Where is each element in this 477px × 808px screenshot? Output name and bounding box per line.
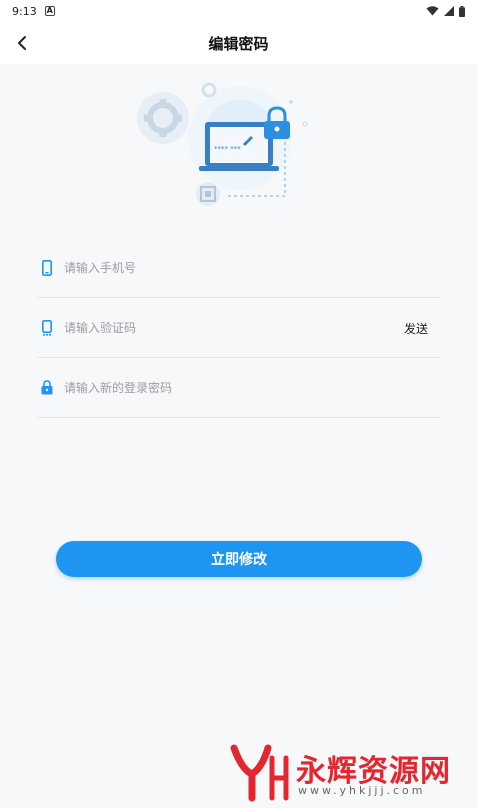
- watermark-logo: [230, 744, 289, 802]
- battery-icon: [459, 5, 465, 17]
- status-time: 9:13: [12, 4, 37, 18]
- svg-text:**** ***: **** ***: [214, 145, 241, 153]
- code-row: 发送: [38, 298, 440, 358]
- laptop-lock-illustration: **** ***: [137, 82, 308, 206]
- app-header: 编辑密码: [0, 22, 477, 64]
- chevron-left-icon: [18, 36, 26, 50]
- phone-icon: [40, 259, 54, 276]
- phone-input[interactable]: [64, 260, 440, 275]
- notification-icon: A: [44, 6, 55, 16]
- small-gear-icon: [201, 82, 217, 98]
- new-password-input[interactable]: [64, 380, 440, 395]
- wifi-icon: [426, 6, 439, 16]
- qr-icon: [196, 182, 220, 206]
- password-form: 发送: [38, 238, 440, 418]
- gear-icon: [137, 92, 189, 144]
- code-input[interactable]: [64, 320, 440, 335]
- status-bar: 9:13 A: [0, 0, 477, 22]
- phone-row: [38, 238, 440, 298]
- lock-icon: [40, 380, 54, 396]
- back-button[interactable]: [10, 31, 34, 55]
- submit-button[interactable]: 立即修改: [56, 541, 422, 577]
- password-row: [38, 358, 440, 418]
- send-code-button[interactable]: 发送: [404, 320, 428, 337]
- page-title: 编辑密码: [208, 34, 269, 53]
- watermark: 永辉资源网 www.yhkjjj.com: [228, 740, 468, 802]
- watermark-url: www.yhkjjj.com: [298, 784, 426, 797]
- signal-icon: [444, 6, 454, 16]
- sms-code-icon: [40, 319, 54, 336]
